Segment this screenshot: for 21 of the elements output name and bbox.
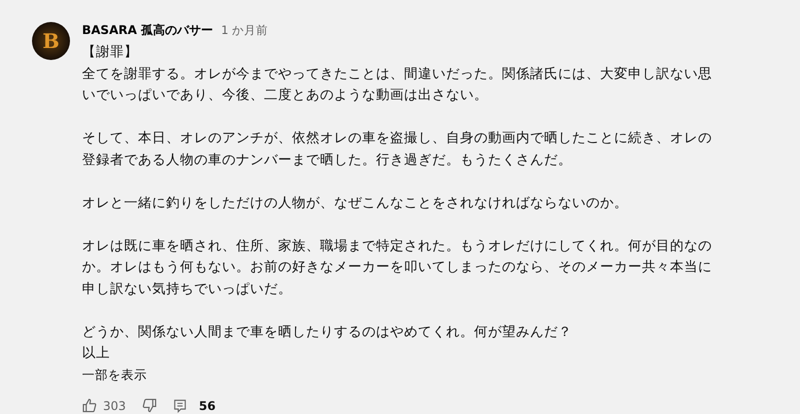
comment-text: 申し訳ない気持ちでいっぱいだ。 bbox=[82, 280, 292, 298]
comment-text: 全てを謝罪する。オレが今までやってきたことは、間違いだった。関係諸氏には、大変申し訳ない思 bbox=[82, 64, 712, 84]
avatar-letter: B bbox=[42, 29, 60, 53]
like-count: 303 bbox=[103, 398, 126, 412]
comment-text: オレは既に車を晒され、住所、家族、職場まで特定された。もうオレだけにしてくれ。何が目的なの bbox=[82, 236, 712, 256]
comment-text: どうか、関係ない人間まで車を晒したりするのはやめてくれ。何が望みんだ？ bbox=[82, 322, 572, 342]
avatar[interactable]: B bbox=[32, 22, 70, 60]
reply-count[interactable]: 56 bbox=[198, 398, 216, 412]
comment-text: 登録者である人物の車のナンバーまで晒した。行き過ぎだ。もうたくさんだ。 bbox=[82, 150, 572, 170]
thumbs-down-icon[interactable] bbox=[142, 398, 157, 413]
comment-text: か。オレはもう何もない。お前の好きなメーカーを叩いてしまったのなら、そのメーカー共々本当に bbox=[82, 258, 712, 277]
comment-text: 以上 bbox=[82, 344, 110, 363]
comment-time[interactable]: 1 か月前 bbox=[221, 23, 268, 38]
comment-text: オレと一緒に釣りをしただけの人物が、なぜこんなことをされなければならないのか。 bbox=[82, 194, 628, 212]
comment-text: 【謝罪】 bbox=[82, 43, 138, 62]
thumbs-up-icon[interactable] bbox=[82, 398, 97, 413]
show-less-link[interactable]: 一部を表示 bbox=[82, 364, 147, 384]
reply-icon[interactable] bbox=[172, 398, 187, 412]
comment-text: そして、本日、オレのアンチが、依然オレの車を盗撮し、自身の動画内で晒したことに続き、オレの bbox=[82, 129, 712, 148]
author-name[interactable]: BASARA 孤高のバサー bbox=[82, 22, 214, 39]
comment-text: いでいっぱいであり、今後、二度とあのような動画は出さない。 bbox=[82, 86, 488, 105]
